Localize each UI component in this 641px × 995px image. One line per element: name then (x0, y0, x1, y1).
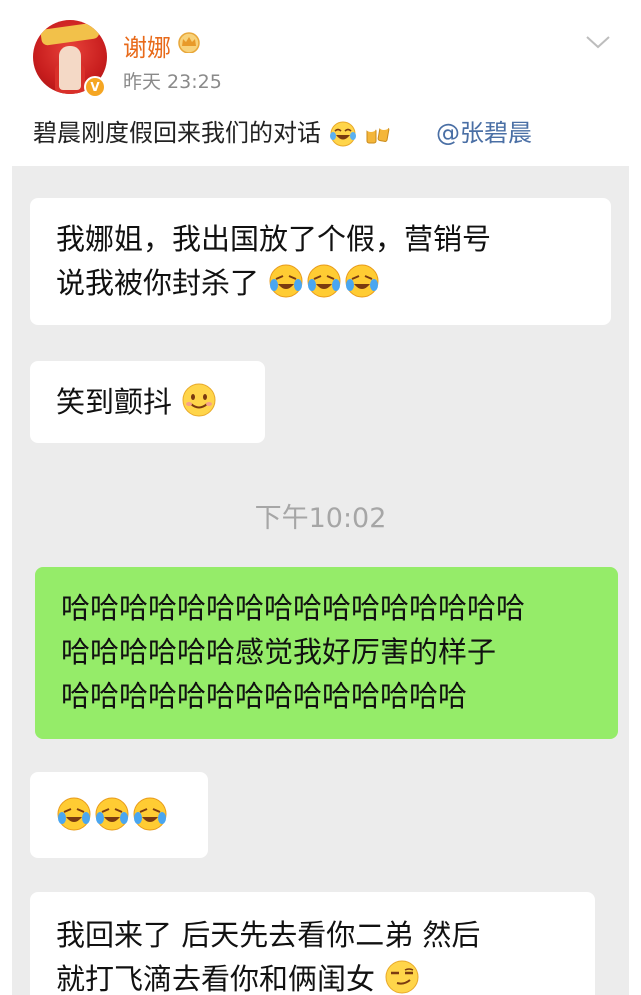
username[interactable]: 谢娜 (123, 28, 171, 63)
message-line-text: 说我被你封杀了 (56, 266, 260, 300)
verified-badge-icon: V (84, 76, 106, 98)
cry-laugh-icon (95, 797, 129, 831)
message-line-text: 笑到颤抖 (56, 385, 173, 419)
chat-screenshot: 我娜姐，我出国放了个假，营销号 说我被你封杀了 笑到颤抖 下午10:02 哈哈哈… (12, 166, 629, 995)
avatar-figure-head (59, 46, 81, 90)
message-bubble-2: 笑到颤抖 (30, 361, 265, 443)
mention-link[interactable]: @张碧晨 (436, 113, 532, 148)
message-bubble-4 (30, 772, 208, 858)
beer-cheers-icon (366, 124, 390, 144)
smile-icon (182, 383, 216, 417)
message-bubble-5: 我回来了 后天先去看你二弟 然后 就打飞滴去看你和俩闺女 (30, 892, 595, 995)
message-line: 哈哈哈哈哈哈哈哈哈哈哈哈哈哈 (61, 679, 468, 713)
cry-laugh-icon (345, 264, 379, 298)
message-line-text: 就打飞滴去看你和俩闺女 (56, 962, 376, 995)
message-line: 哈哈哈哈哈哈哈哈哈哈哈哈哈哈哈哈 (61, 591, 526, 625)
message-bubble-1: 我娜姐，我出国放了个假，营销号 说我被你封杀了 (30, 198, 611, 325)
post-time: 昨天 23:25 (123, 71, 222, 93)
message-line-with-emoji: 就打飞滴去看你和俩闺女 (56, 957, 569, 995)
post-text: 碧晨刚度假回来我们的对话 (33, 113, 392, 148)
message-line-with-emoji: 笑到颤抖 (56, 380, 239, 424)
smirk-icon (385, 960, 419, 994)
avatar-banner (40, 22, 100, 46)
message-line: 哈哈哈哈哈哈感觉我好厉害的样子 (61, 635, 497, 669)
post-header: V 谢娜 昨天 23:25 碧晨刚度假回来我们的对话 @张碧晨 (0, 0, 641, 165)
laugh-tears-icon (329, 121, 356, 147)
cry-laugh-icon (269, 264, 303, 298)
post-text-content: 碧晨刚度假回来我们的对话 (33, 119, 321, 147)
cry-laugh-icon (133, 797, 167, 831)
message-line-with-emoji: 说我被你封杀了 (56, 261, 585, 305)
emoji-row (56, 794, 182, 838)
message-bubble-3: 哈哈哈哈哈哈哈哈哈哈哈哈哈哈哈哈 哈哈哈哈哈哈感觉我好厉害的样子 哈哈哈哈哈哈哈… (35, 567, 618, 739)
cry-laugh-icon (307, 264, 341, 298)
cry-laugh-icon (57, 797, 91, 831)
crown-icon (178, 32, 200, 53)
message-line: 我回来了 后天先去看你二弟 然后 (56, 918, 481, 952)
chat-timestamp: 下午10:02 (254, 503, 387, 534)
message-line: 我娜姐，我出国放了个假，营销号 (56, 222, 492, 256)
chevron-down-icon[interactable] (583, 32, 613, 52)
